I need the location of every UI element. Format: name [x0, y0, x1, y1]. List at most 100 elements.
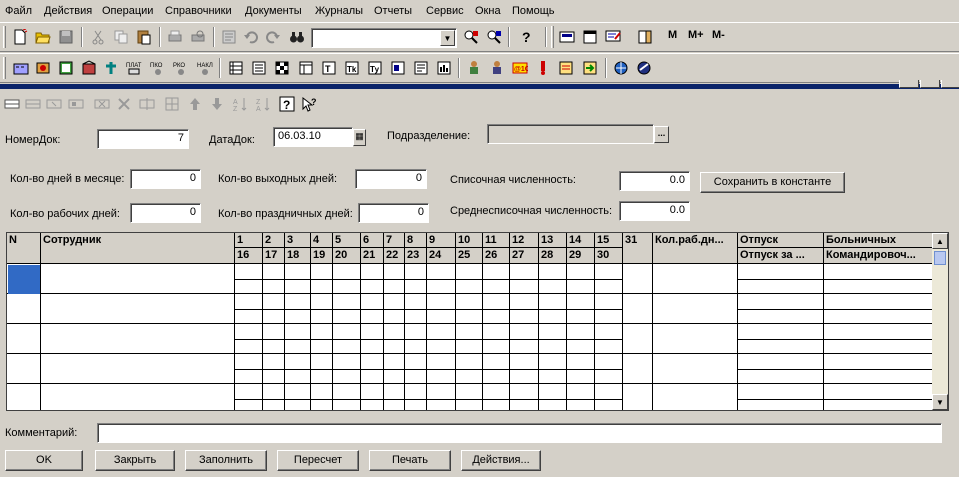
edit-row-icon[interactable]: [46, 96, 62, 112]
sort-ascending-icon[interactable]: AZ: [233, 96, 249, 112]
day-header-top[interactable]: 7: [384, 233, 405, 248]
days-in-month-field[interactable]: 0: [130, 169, 201, 189]
timesheet-table[interactable]: N Сотрудник 1 16 2 17 3 18 4 19 5 20 6 21 7 22 8 23 9 24 10 2…: [6, 232, 949, 411]
day-header-top[interactable]: 13: [539, 233, 567, 248]
memory-minus-button[interactable]: M-: [712, 29, 725, 41]
transactions-icon[interactable]: T: [319, 58, 339, 78]
day-header-bottom[interactable]: 29: [567, 248, 595, 264]
exit-arrow-icon[interactable]: [580, 58, 600, 78]
menu-journals[interactable]: Журналы: [315, 4, 363, 19]
form-help-icon[interactable]: ?: [279, 96, 295, 112]
menu-reports[interactable]: Отчеты: [374, 4, 412, 19]
properties-icon[interactable]: [219, 27, 239, 47]
add-row-icon[interactable]: [4, 96, 20, 112]
day-header-bottom[interactable]: 17: [263, 248, 285, 264]
print-preview-icon[interactable]: [188, 27, 208, 47]
print-icon[interactable]: [165, 27, 185, 47]
search-object-icon[interactable]: [461, 27, 481, 47]
headcount-field[interactable]: 0.0: [619, 171, 690, 191]
day-header-top[interactable]: 12: [510, 233, 539, 248]
chevron-down-icon[interactable]: ▼: [440, 30, 455, 46]
calculator-icon[interactable]: [557, 27, 577, 47]
close-button[interactable]: Закрыть: [95, 450, 175, 471]
invoice-icon[interactable]: НАКЛ: [195, 58, 215, 78]
col-business-trip-header[interactable]: Командировоч...: [824, 248, 933, 264]
report-icon[interactable]: [411, 58, 431, 78]
save-icon[interactable]: [56, 27, 76, 47]
book-icon[interactable]: [635, 27, 655, 47]
balance-report-icon[interactable]: [434, 58, 454, 78]
copy-row-icon[interactable]: [25, 96, 41, 112]
menu-actions[interactable]: Действия: [44, 4, 92, 19]
day-header-top[interactable]: 3: [285, 233, 311, 248]
menu-file[interactable]: Файл: [5, 4, 32, 19]
day-header-bottom[interactable]: 22: [384, 248, 405, 264]
alert-icon[interactable]: [533, 58, 553, 78]
toolbar-grip[interactable]: [3, 26, 6, 48]
move-up-icon[interactable]: [187, 96, 203, 112]
row-properties-icon[interactable]: [139, 96, 155, 112]
menu-service[interactable]: Сервис: [426, 4, 464, 19]
day-header-top[interactable]: 10: [456, 233, 483, 248]
delete-row-icon[interactable]: [94, 96, 110, 112]
day-header-top[interactable]: 11: [483, 233, 510, 248]
scroll-thumb[interactable]: [934, 251, 946, 265]
day-header-bottom[interactable]: 26: [483, 248, 510, 264]
copy-icon[interactable]: [111, 27, 131, 47]
day-header-top[interactable]: 9: [427, 233, 456, 248]
bank-account-icon[interactable]: [33, 58, 53, 78]
work-days-field[interactable]: 0: [130, 203, 201, 223]
redo-icon[interactable]: [263, 27, 283, 47]
day-header-31[interactable]: 31: [623, 233, 653, 264]
text-edit-icon[interactable]: [603, 27, 623, 47]
search-combo[interactable]: ▼: [311, 28, 457, 48]
tools-icon[interactable]: [101, 58, 121, 78]
day-header-top[interactable]: 8: [405, 233, 427, 248]
day-header-bottom[interactable]: 25: [456, 248, 483, 264]
col-sick-header[interactable]: Больничных: [824, 233, 933, 248]
day-header-bottom[interactable]: 27: [510, 248, 539, 264]
save-to-constant-button[interactable]: Сохранить в константе: [700, 172, 845, 193]
list-journal-icon[interactable]: [249, 58, 269, 78]
toolbar-grip[interactable]: [551, 26, 554, 48]
scroll-down-icon[interactable]: ▼: [932, 394, 948, 410]
cash-receipt-icon[interactable]: ПКО: [148, 58, 168, 78]
day-header-bottom[interactable]: 18: [285, 248, 311, 264]
col-employee-header[interactable]: Сотрудник: [41, 233, 235, 264]
cashbook-icon[interactable]: [56, 58, 76, 78]
open-folder-icon[interactable]: [33, 27, 53, 47]
chess-journal-icon[interactable]: [272, 58, 292, 78]
selected-cell[interactable]: [8, 265, 40, 294]
day-header-top[interactable]: 15: [595, 233, 623, 248]
undo-icon[interactable]: [241, 27, 261, 47]
print-button[interactable]: Печать: [369, 450, 451, 471]
internet-icon[interactable]: [634, 58, 654, 78]
menu-help[interactable]: Помощь: [512, 4, 555, 19]
doc-date-field[interactable]: 06.03.10: [273, 127, 353, 147]
days-off-field[interactable]: 0: [355, 169, 427, 189]
menu-references[interactable]: Справочники: [165, 4, 232, 19]
day-header-bottom[interactable]: 24: [427, 248, 456, 264]
mark-delete-icon[interactable]: [116, 96, 132, 112]
cut-icon[interactable]: [88, 27, 108, 47]
accounts-chart-icon[interactable]: [296, 58, 316, 78]
comment-field[interactable]: [97, 423, 942, 443]
move-down-icon[interactable]: [209, 96, 225, 112]
col-vacation-header[interactable]: Отпуск: [738, 233, 824, 248]
table-row[interactable]: [7, 384, 933, 410]
avg-headcount-field[interactable]: 0.0: [619, 201, 690, 221]
context-help-icon[interactable]: ?: [301, 96, 317, 112]
holidays-field[interactable]: 0: [358, 203, 429, 223]
1c-support-icon[interactable]: @1C: [510, 58, 530, 78]
day-header-top[interactable]: 5: [333, 233, 361, 248]
day-header-top[interactable]: 1: [235, 233, 263, 248]
day-header-bottom[interactable]: 19: [311, 248, 333, 264]
new-document-icon[interactable]: [10, 27, 30, 47]
consultant-icon[interactable]: [487, 58, 507, 78]
window-minimize-button[interactable]: [899, 80, 919, 88]
day-header-bottom[interactable]: 20: [333, 248, 361, 264]
day-header-top[interactable]: 4: [311, 233, 333, 248]
doc-number-field[interactable]: 7: [97, 129, 189, 149]
window-maximize-button[interactable]: [920, 80, 940, 88]
memory-button[interactable]: M: [668, 29, 677, 41]
